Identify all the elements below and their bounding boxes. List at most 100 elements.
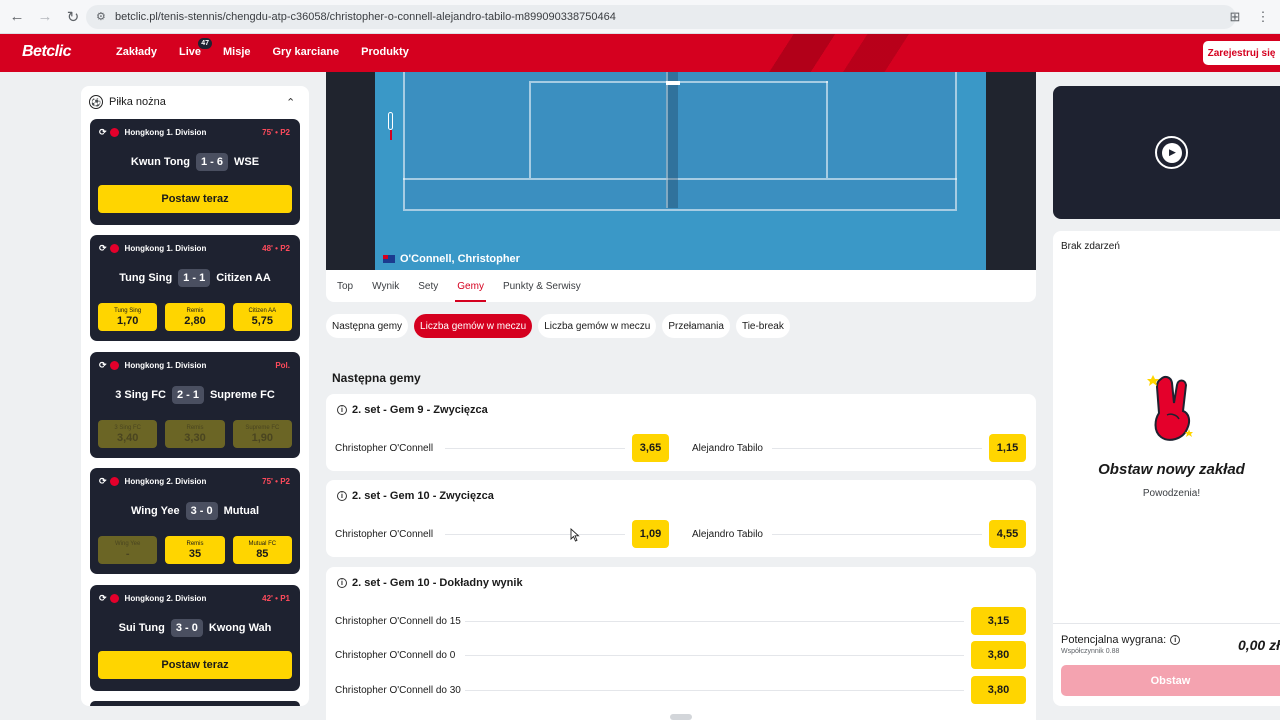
odd-value: 1,90 xyxy=(251,431,274,444)
bet-now-button[interactable]: Postaw teraz xyxy=(98,651,292,679)
odd-value: 3,40 xyxy=(116,431,139,444)
match-card[interactable]: ⟳ Hongkong 2. Division 42' • P1 Sui Tung … xyxy=(90,585,300,691)
address-bar[interactable]: ⚙ betclic.pl/tenis-stennis/chengdu-atp-c… xyxy=(86,5,1236,29)
chip-przelamania[interactable]: Przełamania xyxy=(662,314,730,338)
league-name: Hongkong 2. Division xyxy=(124,593,207,603)
odd-button[interactable]: 4,55 xyxy=(989,520,1026,548)
back-icon[interactable]: ← xyxy=(4,4,30,30)
sport-header[interactable]: ⚽ Piłka nożna ⌄ xyxy=(81,86,309,118)
league-name: Hongkong 1. Division xyxy=(124,127,207,137)
match-card[interactable]: ⟳ Hongkong 2. Division 75' • P2 Wing Yee … xyxy=(90,468,300,574)
match-card[interactable]: ⟳ Hongkong 1. Division 75' • P2 Kwun Tong… xyxy=(90,119,300,225)
selection-divider xyxy=(465,690,964,691)
info-icon[interactable]: i xyxy=(337,405,347,415)
match-time: 42' • P1 xyxy=(262,594,290,603)
nav-live[interactable]: Live 47 xyxy=(179,38,212,58)
selection: Christopher O'Connell 3,65 xyxy=(335,434,669,462)
bet-now-button[interactable]: Postaw teraz xyxy=(98,185,292,213)
promo-subtitle: Powodzenia! xyxy=(1142,488,1201,499)
tab-top[interactable]: Top xyxy=(337,270,353,302)
tab-sety[interactable]: Sety xyxy=(418,270,438,302)
score: 3 - 0 xyxy=(170,619,203,637)
odd-draw-button[interactable]: Remis 2,80 xyxy=(165,303,225,331)
bet-slip: Brak zdarzeń Obstaw nowy zakład Powodzen… xyxy=(1053,231,1280,706)
info-icon[interactable]: i xyxy=(337,578,347,588)
match-time: 75' • P2 xyxy=(262,477,290,486)
selection-name: Christopher O'Connell xyxy=(335,442,434,454)
odd-button[interactable]: 1,09 xyxy=(632,520,669,548)
tab-wynik[interactable]: Wynik xyxy=(372,270,399,302)
home-team: Wing Yee xyxy=(130,505,180,517)
potential-win-value: 0,00 zł xyxy=(1237,637,1280,653)
live-count-badge: 47 xyxy=(198,38,212,49)
video-player[interactable]: ▶ xyxy=(1053,86,1280,219)
reload-icon[interactable]: ↻ xyxy=(60,4,86,30)
odd-button[interactable]: 3,65 xyxy=(632,434,669,462)
selection-name: Christopher O'Connell do 30 xyxy=(335,684,461,696)
market-title: 2. set - Gem 10 - Zwycięzca xyxy=(352,490,494,502)
install-icon[interactable]: ⊞ xyxy=(1224,6,1246,28)
league-name: Hongkong 1. Division xyxy=(124,360,207,370)
home-team: Tung Sing xyxy=(119,272,173,284)
chip-liczba-gemow[interactable]: Liczba gemów w meczu xyxy=(538,314,657,338)
market-card: i 2. set - Gem 10 - Dokładny wynik Christ… xyxy=(326,567,1036,720)
match-card[interactable] xyxy=(90,701,300,706)
selection: Christopher O'Connell do 0 3,80 xyxy=(335,641,1026,669)
selection-divider xyxy=(445,534,625,535)
header-decoration xyxy=(726,34,974,72)
chip-liczba-gemow-active[interactable]: Liczba gemów w meczu xyxy=(414,314,533,338)
odd-value: 5,75 xyxy=(251,314,274,327)
betclic-logo[interactable]: Betclic xyxy=(22,43,71,61)
selection-name: Christopher O'Connell do 15 xyxy=(335,615,461,627)
odd-away-button[interactable]: Citizen AA 5,75 xyxy=(232,303,292,331)
odd-button[interactable]: 3,15 xyxy=(971,607,1026,635)
selection-divider xyxy=(445,448,625,449)
nav-gry-karciane[interactable]: Gry karciane xyxy=(273,46,340,58)
odd-button[interactable]: 1,15 xyxy=(989,434,1026,462)
forward-icon[interactable]: → xyxy=(32,4,58,30)
odd-away-button[interactable]: Mutual FC 85 xyxy=(232,536,292,564)
potential-win: Potencjalna wygrana: i xyxy=(1061,634,1181,646)
hongkong-flag-icon xyxy=(109,127,119,137)
nav-misje[interactable]: Misje xyxy=(223,46,251,58)
tab-gemy[interactable]: Gemy xyxy=(455,270,486,302)
match-card[interactable]: ⟳ Hongkong 1. Division 48' • P2 Tung Sing… xyxy=(90,235,300,341)
odd-button[interactable]: 3,80 xyxy=(971,641,1026,669)
mouse-cursor-icon xyxy=(570,528,580,542)
match-card[interactable]: ⟳ Hongkong 1. Division Pol. 3 Sing FC 2 -… xyxy=(90,352,300,458)
site-info-icon[interactable]: ⚙ xyxy=(96,11,108,23)
play-icon[interactable]: ▶ xyxy=(1155,136,1188,169)
odd-button[interactable]: 3,80 xyxy=(971,676,1026,704)
hongkong-flag-icon xyxy=(109,243,119,253)
match-time: 48' • P2 xyxy=(262,244,290,253)
odd-label: Supreme FC xyxy=(245,424,280,431)
chip-nastepna-gemy[interactable]: Następna gemy xyxy=(326,314,409,338)
tab-punkty-serwisy[interactable]: Punkty & Serwisy xyxy=(503,270,581,302)
nav-zaklady[interactable]: Zakłady xyxy=(116,46,157,58)
market-card: i 2. set - Gem 9 - Zwycięzca Christopher … xyxy=(326,394,1036,471)
browser-toolbar: ← → ↻ ⚙ betclic.pl/tenis-stennis/chengdu… xyxy=(0,0,1280,34)
scroll-indicator[interactable] xyxy=(670,714,692,720)
live-icon: ⟳ xyxy=(99,126,107,137)
chevron-up-icon[interactable]: ⌄ xyxy=(286,95,295,108)
away-team: Mutual xyxy=(223,505,260,517)
odd-label: Remis xyxy=(186,540,204,547)
chip-tie-break[interactable]: Tie-break xyxy=(735,314,790,338)
more-icon[interactable]: ⋮ xyxy=(1252,6,1274,28)
odd-home-button[interactable]: Tung Sing 1,70 xyxy=(98,303,158,331)
selection-divider xyxy=(772,448,982,449)
tracker-side xyxy=(986,72,1036,270)
info-icon[interactable]: i xyxy=(337,491,347,501)
score: 1 - 1 xyxy=(178,269,211,287)
odd-label: 3 Sing FC xyxy=(114,424,141,431)
market-card: i 2. set - Gem 10 - Zwycięzca Christopher… xyxy=(326,480,1036,557)
selection: Alejandro Tabilo 1,15 xyxy=(692,434,1026,462)
odd-draw-button[interactable]: Remis 35 xyxy=(165,536,225,564)
nav-produkty[interactable]: Produkty xyxy=(361,46,409,58)
info-icon[interactable]: i xyxy=(1170,635,1181,645)
register-button[interactable]: Zarejestruj się xyxy=(1203,41,1280,65)
odd-value: 3,30 xyxy=(184,431,206,444)
place-bet-button[interactable]: Obstaw xyxy=(1061,665,1280,696)
market-tabs: Top Wynik Sety Gemy Punkty & Serwisy xyxy=(326,270,1036,302)
match-time: Pol. xyxy=(275,361,290,370)
